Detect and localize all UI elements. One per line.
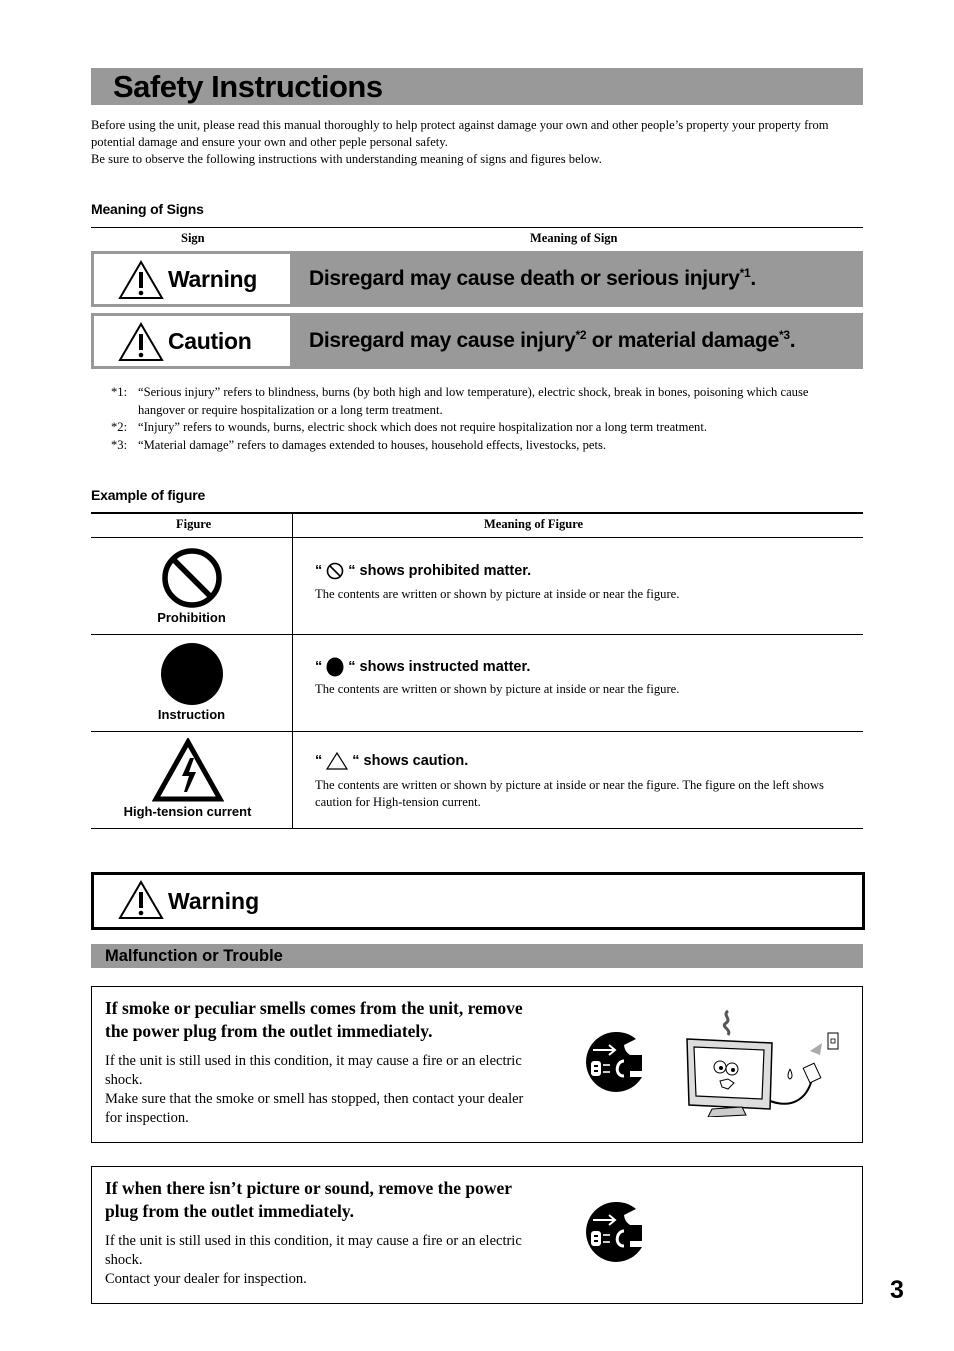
footnote-mark: *1: xyxy=(111,385,128,399)
warning-item-headline: If smoke or peculiar smells comes from t… xyxy=(105,998,523,1041)
figure-title-text: “ shows instructed matter. xyxy=(348,659,531,675)
warning-item-box: If when there isn’t picture or sound, re… xyxy=(91,1166,863,1304)
warning-item-body-line: Make sure that the smoke or smell has st… xyxy=(105,1091,524,1126)
warning-item-body-line: If the unit is still used in this condit… xyxy=(105,1233,522,1268)
unplug-icon xyxy=(586,1201,642,1262)
figure-row-instruction: Instruction “ “ shows instructed matter.… xyxy=(91,635,863,732)
sign-meaning: Disregard may cause death or serious inj… xyxy=(309,251,756,307)
footnote-ref: *3 xyxy=(778,328,790,342)
warning-banner: Warning xyxy=(91,872,865,930)
figures-table: Figure Meaning of Figure Prohibition “ “… xyxy=(91,512,863,829)
sign-label: Warning xyxy=(168,266,258,292)
instruction-dot-icon xyxy=(326,657,344,677)
footnote-mark: *2: xyxy=(111,420,128,434)
figure-title: “ “ shows caution. xyxy=(315,752,468,770)
figure-title-text: “ shows prohibited matter. xyxy=(348,563,532,579)
figure-title-text: “ shows caution. xyxy=(352,753,469,769)
figure-row-high-tension: High-tension current “ “ shows caution. … xyxy=(91,732,863,829)
footnotes: *1: “Serious injury” refers to blindness,… xyxy=(111,384,856,454)
figure-caption: Prohibition xyxy=(157,610,226,625)
prohibition-icon xyxy=(161,548,222,608)
page-title: Safety Instructions xyxy=(113,69,383,104)
col-header-figure: Figure xyxy=(176,517,212,531)
intro-text: Before using the unit, please read this … xyxy=(91,117,851,168)
smoking-tv-illustration xyxy=(686,1009,839,1117)
caution-triangle-icon xyxy=(326,752,349,770)
column-divider xyxy=(292,514,293,537)
warning-triangle-icon xyxy=(118,322,164,361)
high-voltage-icon xyxy=(151,736,224,802)
column-divider xyxy=(292,538,293,634)
warning-banner-label: Warning xyxy=(168,888,260,914)
title-bar: Safety Instructions xyxy=(91,68,863,105)
signs-section-label: Meaning of Signs xyxy=(91,201,204,217)
footnote: *1: “Serious injury” refers to blindness,… xyxy=(111,384,856,419)
intro-paragraph-1: Before using the unit, please read this … xyxy=(91,118,829,149)
sign-row-warning: Warning Disregard may cause death or ser… xyxy=(91,251,863,307)
warning-item-body: If the unit is still used in this condit… xyxy=(105,1232,535,1289)
footnote-mark: *3: xyxy=(111,437,128,452)
unplug-icon xyxy=(586,1031,642,1092)
meaning-cell: Disregard may cause death or serious inj… xyxy=(293,251,863,307)
figures-section-label: Example of figure xyxy=(91,487,206,503)
page-number: 3 xyxy=(890,1276,904,1304)
figure-caption: Instruction xyxy=(157,707,226,722)
malfunction-section-bar: Malfunction or Trouble xyxy=(91,944,863,968)
col-header-meaning: Meaning of Sign xyxy=(530,231,618,245)
warning-item-headline: If when there isn’t picture or sound, re… xyxy=(105,1178,512,1221)
prohibition-icon xyxy=(326,562,344,580)
figure-icon-wrap xyxy=(91,642,292,711)
quote-open: “ xyxy=(315,753,323,769)
quote-open: “ xyxy=(315,563,323,579)
meaning-text: or material damage xyxy=(586,329,779,352)
sign-cell: Caution xyxy=(91,313,293,369)
figure-icon-wrap xyxy=(87,736,288,807)
footnote-ref: *1 xyxy=(739,266,751,280)
footnote-text: “Injury” refers to wounds, burns, electr… xyxy=(138,420,707,434)
figure-row-prohibition: Prohibition “ “ shows prohibited matter.… xyxy=(91,538,863,635)
sign-meaning: Disregard may cause injury*2 or material… xyxy=(309,313,796,369)
footnote: *2: “Injury” refers to wounds, burns, ele… xyxy=(111,419,856,437)
figure-description: The contents are written or shown by pic… xyxy=(315,778,824,809)
quote-open: “ xyxy=(315,659,323,675)
sign-row-caution: Caution Disregard may cause injury*2 or … xyxy=(91,313,863,369)
figure-icon-wrap xyxy=(91,546,292,615)
warning-item-box: If smoke or peculiar smells comes from t… xyxy=(91,986,863,1143)
column-divider xyxy=(292,635,293,731)
signs-table-header: Sign Meaning of Sign xyxy=(91,227,863,252)
sign-cell: Warning xyxy=(91,251,293,307)
warning-item-body: If the unit is still used in this condit… xyxy=(105,1052,535,1128)
col-header-sign: Sign xyxy=(181,231,205,245)
meaning-cell: Disregard may cause injury*2 or material… xyxy=(293,313,863,369)
figure-caption: High-tension current xyxy=(123,804,252,819)
footnote-ref: *2 xyxy=(575,328,587,342)
col-header-meaning: Meaning of Figure xyxy=(484,517,584,531)
meaning-text: Disregard may cause injury xyxy=(309,329,576,352)
figure-title: “ “ shows instructed matter. xyxy=(315,657,530,677)
footnote-text: “Serious injury” refers to blindness, bu… xyxy=(138,385,809,417)
figure-title: “ “ shows prohibited matter. xyxy=(315,562,531,580)
figure-description: The contents are written or shown by pic… xyxy=(315,587,680,601)
footnote-text: “Material damage” refers to damages exte… xyxy=(138,437,607,452)
warning-triangle-icon xyxy=(118,260,164,299)
footnote: *3: “Material damage” refers to damages e… xyxy=(111,437,856,455)
column-divider xyxy=(292,732,293,828)
figure-description: The contents are written or shown by pic… xyxy=(315,682,680,696)
instruction-dot-icon xyxy=(160,643,223,705)
malfunction-section-label: Malfunction or Trouble xyxy=(105,947,283,965)
meaning-tail: . xyxy=(789,329,796,352)
sign-label: Caution xyxy=(168,328,252,354)
meaning-tail: . xyxy=(750,267,756,290)
warning-item-body-line: Contact your dealer for inspection. xyxy=(105,1271,307,1287)
warning-item-body-line: If the unit is still used in this condit… xyxy=(105,1053,522,1088)
meaning-text: Disregard may cause death or serious inj… xyxy=(309,267,740,290)
warning-triangle-icon xyxy=(118,880,164,919)
intro-paragraph-2: Be sure to observe the following instruc… xyxy=(91,152,602,166)
figures-table-header: Figure Meaning of Figure xyxy=(91,514,863,538)
